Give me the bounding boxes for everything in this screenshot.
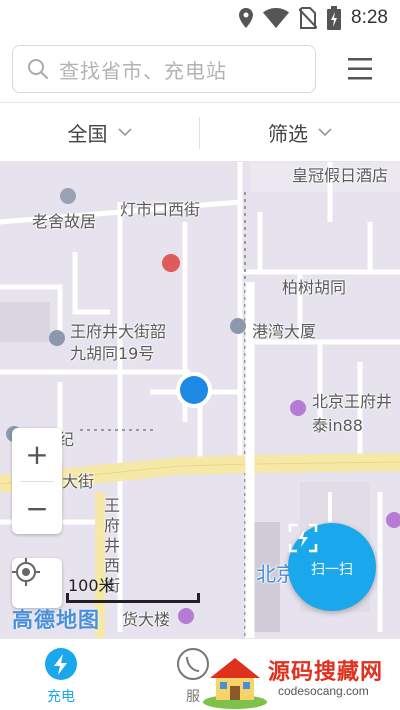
map-brand-logo: 高德地图 xyxy=(12,608,100,632)
map-label-old-residence: 老舍故居 xyxy=(32,212,97,231)
search-icon xyxy=(28,59,48,79)
scan-button[interactable]: 扫一扫 xyxy=(288,523,376,611)
scan-charge-icon xyxy=(288,523,318,553)
map-scale-bar xyxy=(66,593,200,603)
map-label-wfj-hutong: 王府井大街韶 xyxy=(70,322,167,341)
watermark: 源码搜藏网 codesocang.com xyxy=(200,648,400,710)
menu-icon xyxy=(348,58,372,80)
region-filter-button[interactable]: 全国 xyxy=(0,103,199,161)
lightning-icon xyxy=(45,648,77,680)
menu-button[interactable] xyxy=(346,56,374,82)
map-label-mall: 北京王府井 xyxy=(312,392,393,411)
scan-label: 扫一扫 xyxy=(311,562,353,578)
status-time: 8:28 xyxy=(351,7,388,28)
tab-charge-label: 充电 xyxy=(47,689,75,705)
map-label-big-street: 大街 xyxy=(62,472,95,491)
status-bar: 8:28 xyxy=(0,0,400,36)
locate-button[interactable] xyxy=(12,558,62,608)
tab-charge[interactable]: 充电 xyxy=(44,647,78,706)
search-placeholder: 查找省市、充电站 xyxy=(59,58,227,83)
zoom-out-button[interactable]: − xyxy=(12,482,62,534)
map-label-street-top: 灯市口西街 xyxy=(120,200,201,219)
map-label-hotel: 皇冠假日酒店 xyxy=(292,166,389,185)
house-icon xyxy=(203,658,267,709)
tab-service-label: 服 xyxy=(186,689,200,705)
location-icon xyxy=(239,8,254,28)
map-label-dept-store: 货大楼 xyxy=(122,610,171,629)
search-row: 查找省市、充电站 xyxy=(0,36,400,102)
chevron-down-icon xyxy=(117,127,132,136)
filter-button[interactable]: 筛选 xyxy=(200,103,400,161)
region-filter-label: 全国 xyxy=(67,121,108,146)
filter-row: 全国 筛选 xyxy=(0,102,400,162)
map-label-mall-2: 泰in88 xyxy=(312,416,363,435)
locate-icon xyxy=(12,558,40,586)
wifi-icon xyxy=(263,8,290,28)
filter-label: 筛选 xyxy=(268,121,308,146)
map-label-hk-building: 港湾大厦 xyxy=(252,322,317,341)
zoom-control: + − xyxy=(12,428,62,534)
watermark-domain: codesocang.com xyxy=(278,684,369,698)
chevron-down-icon xyxy=(318,127,332,136)
no-sim-icon xyxy=(299,7,318,29)
map-label-hutong-baishu: 柏树胡同 xyxy=(282,278,347,297)
battery-charging-icon xyxy=(327,6,342,30)
status-icons: 8:28 xyxy=(239,6,388,30)
watermark-title: 源码搜藏网 xyxy=(268,660,384,685)
map-label-wfj-hutong-2: 九胡同19号 xyxy=(70,344,155,363)
search-input[interactable]: 查找省市、充电站 xyxy=(12,45,316,93)
zoom-in-button[interactable]: + xyxy=(12,428,62,480)
map-view[interactable]: 皇冠假日酒店 老舍故居 灯市口西街 柏树胡同 港湾大厦 王府井大街韶 九胡同19… xyxy=(0,162,400,638)
